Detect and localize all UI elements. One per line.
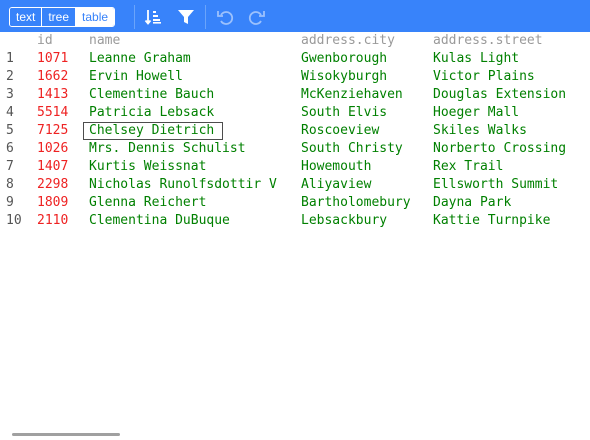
mode-table-button[interactable]: table: [76, 8, 115, 26]
table-header: id name address.city address.street: [0, 32, 590, 50]
cell-id[interactable]: 1413: [37, 86, 77, 104]
cell-name[interactable]: Leanne Graham: [83, 50, 295, 68]
column-header-id[interactable]: id: [37, 32, 53, 50]
row-index: 7: [6, 159, 14, 174]
cell-address-street[interactable]: Kulas Light: [433, 50, 583, 68]
table-row[interactable]: 8 2298 Nicholas Runolfsdottir V Aliyaview El…: [0, 176, 590, 194]
row-index: 10: [6, 213, 22, 228]
cell-address-street[interactable]: Victor Plains: [433, 68, 583, 86]
cell-address-city[interactable]: Roscoeview: [301, 122, 429, 140]
row-index: 6: [6, 141, 14, 156]
cell-address-street[interactable]: Dayna Park: [433, 194, 583, 212]
table-row[interactable]: 2 1662 Ervin Howell Wisokyburgh Victor Plain…: [0, 68, 590, 86]
cell-name[interactable]: Clementina DuBuque: [83, 212, 295, 230]
cell-address-street[interactable]: Rex Trail: [433, 158, 583, 176]
sort-icon: [144, 10, 161, 25]
table-row[interactable]: 6 1026 Mrs. Dennis Schulist South Christy No…: [0, 140, 590, 158]
cell-name[interactable]: Chelsey Dietrich: [83, 122, 223, 140]
horizontal-scrollbar[interactable]: [12, 433, 120, 436]
table-row[interactable]: 10 2110 Clementina DuBuque Lebsackbury Katti…: [0, 212, 590, 230]
cell-id[interactable]: 1407: [37, 158, 77, 176]
menu-separator: [205, 5, 206, 29]
row-index: 8: [6, 177, 14, 192]
undo-icon: [217, 11, 234, 25]
cell-address-city[interactable]: Lebsackbury: [301, 212, 429, 230]
table-row[interactable]: 9 1809 Glenna Reichert Bartholomebury Dayna …: [0, 194, 590, 212]
menu-bar: text tree table: [0, 0, 590, 32]
cell-name[interactable]: Ervin Howell: [83, 68, 295, 86]
column-header-name[interactable]: name: [89, 32, 120, 50]
column-header-address-street[interactable]: address.street: [433, 32, 543, 50]
cell-id[interactable]: 1662: [37, 68, 77, 86]
cell-name[interactable]: Clementine Bauch: [83, 86, 295, 104]
redo-button[interactable]: [245, 5, 269, 29]
cell-id[interactable]: 2298: [37, 176, 77, 194]
cell-address-city[interactable]: South Elvis: [301, 104, 429, 122]
cell-address-city[interactable]: South Christy: [301, 140, 429, 158]
sort-button[interactable]: [141, 5, 165, 29]
table-row[interactable]: 5 7125 Chelsey Dietrich Roscoeview Skiles Wa…: [0, 122, 590, 140]
cell-name[interactable]: Kurtis Weissnat: [83, 158, 295, 176]
cell-name[interactable]: Patricia Lebsack: [83, 104, 295, 122]
row-index: 4: [6, 105, 14, 120]
cell-id[interactable]: 5514: [37, 104, 77, 122]
undo-button[interactable]: [213, 5, 237, 29]
filter-button[interactable]: [174, 5, 198, 29]
mode-switcher: text tree table: [9, 7, 116, 27]
cell-address-street[interactable]: Ellsworth Summit: [433, 176, 583, 194]
cell-address-city[interactable]: Wisokyburgh: [301, 68, 429, 86]
row-index: 5: [6, 123, 14, 138]
cell-name[interactable]: Mrs. Dennis Schulist: [83, 140, 295, 158]
table-row[interactable]: 1 1071 Leanne Graham Gwenborough Kulas Light: [0, 50, 590, 68]
cell-address-city[interactable]: Bartholomebury: [301, 194, 429, 212]
cell-name[interactable]: Glenna Reichert: [83, 194, 295, 212]
cell-name[interactable]: Nicholas Runolfsdottir V: [83, 176, 295, 194]
cell-id[interactable]: 2110: [37, 212, 77, 230]
cell-address-city[interactable]: McKenziehaven: [301, 86, 429, 104]
cell-address-street[interactable]: Norberto Crossing: [433, 140, 583, 158]
table-row[interactable]: 4 5514 Patricia Lebsack South Elvis Hoeger M…: [0, 104, 590, 122]
table-row[interactable]: 7 1407 Kurtis Weissnat Howemouth Rex Trail: [0, 158, 590, 176]
row-index: 2: [6, 69, 14, 84]
cell-address-city[interactable]: Howemouth: [301, 158, 429, 176]
cell-id[interactable]: 1026: [37, 140, 77, 158]
cell-id[interactable]: 1071: [37, 50, 77, 68]
cell-address-city[interactable]: Aliyaview: [301, 176, 429, 194]
table-body: 1 1071 Leanne Graham Gwenborough Kulas Light…: [0, 50, 590, 230]
row-index: 9: [6, 195, 14, 210]
menu-separator: [134, 5, 135, 29]
cell-address-street[interactable]: Kattie Turnpike: [433, 212, 583, 230]
redo-icon: [248, 11, 265, 25]
cell-address-city[interactable]: Gwenborough: [301, 50, 429, 68]
table-row[interactable]: 3 1413 Clementine Bauch McKenziehaven Dougla…: [0, 86, 590, 104]
mode-tree-button[interactable]: tree: [42, 8, 77, 26]
cell-address-street[interactable]: Douglas Extension: [433, 86, 583, 104]
row-index: 3: [6, 87, 14, 102]
cell-id[interactable]: 7125: [37, 122, 77, 140]
mode-text-button[interactable]: text: [10, 8, 43, 26]
cell-address-street[interactable]: Skiles Walks: [433, 122, 583, 140]
cell-address-street[interactable]: Hoeger Mall: [433, 104, 583, 122]
row-index: 1: [6, 51, 14, 66]
column-header-address-city[interactable]: address.city: [301, 32, 395, 50]
cell-id[interactable]: 1809: [37, 194, 77, 212]
filter-icon: [178, 10, 194, 24]
